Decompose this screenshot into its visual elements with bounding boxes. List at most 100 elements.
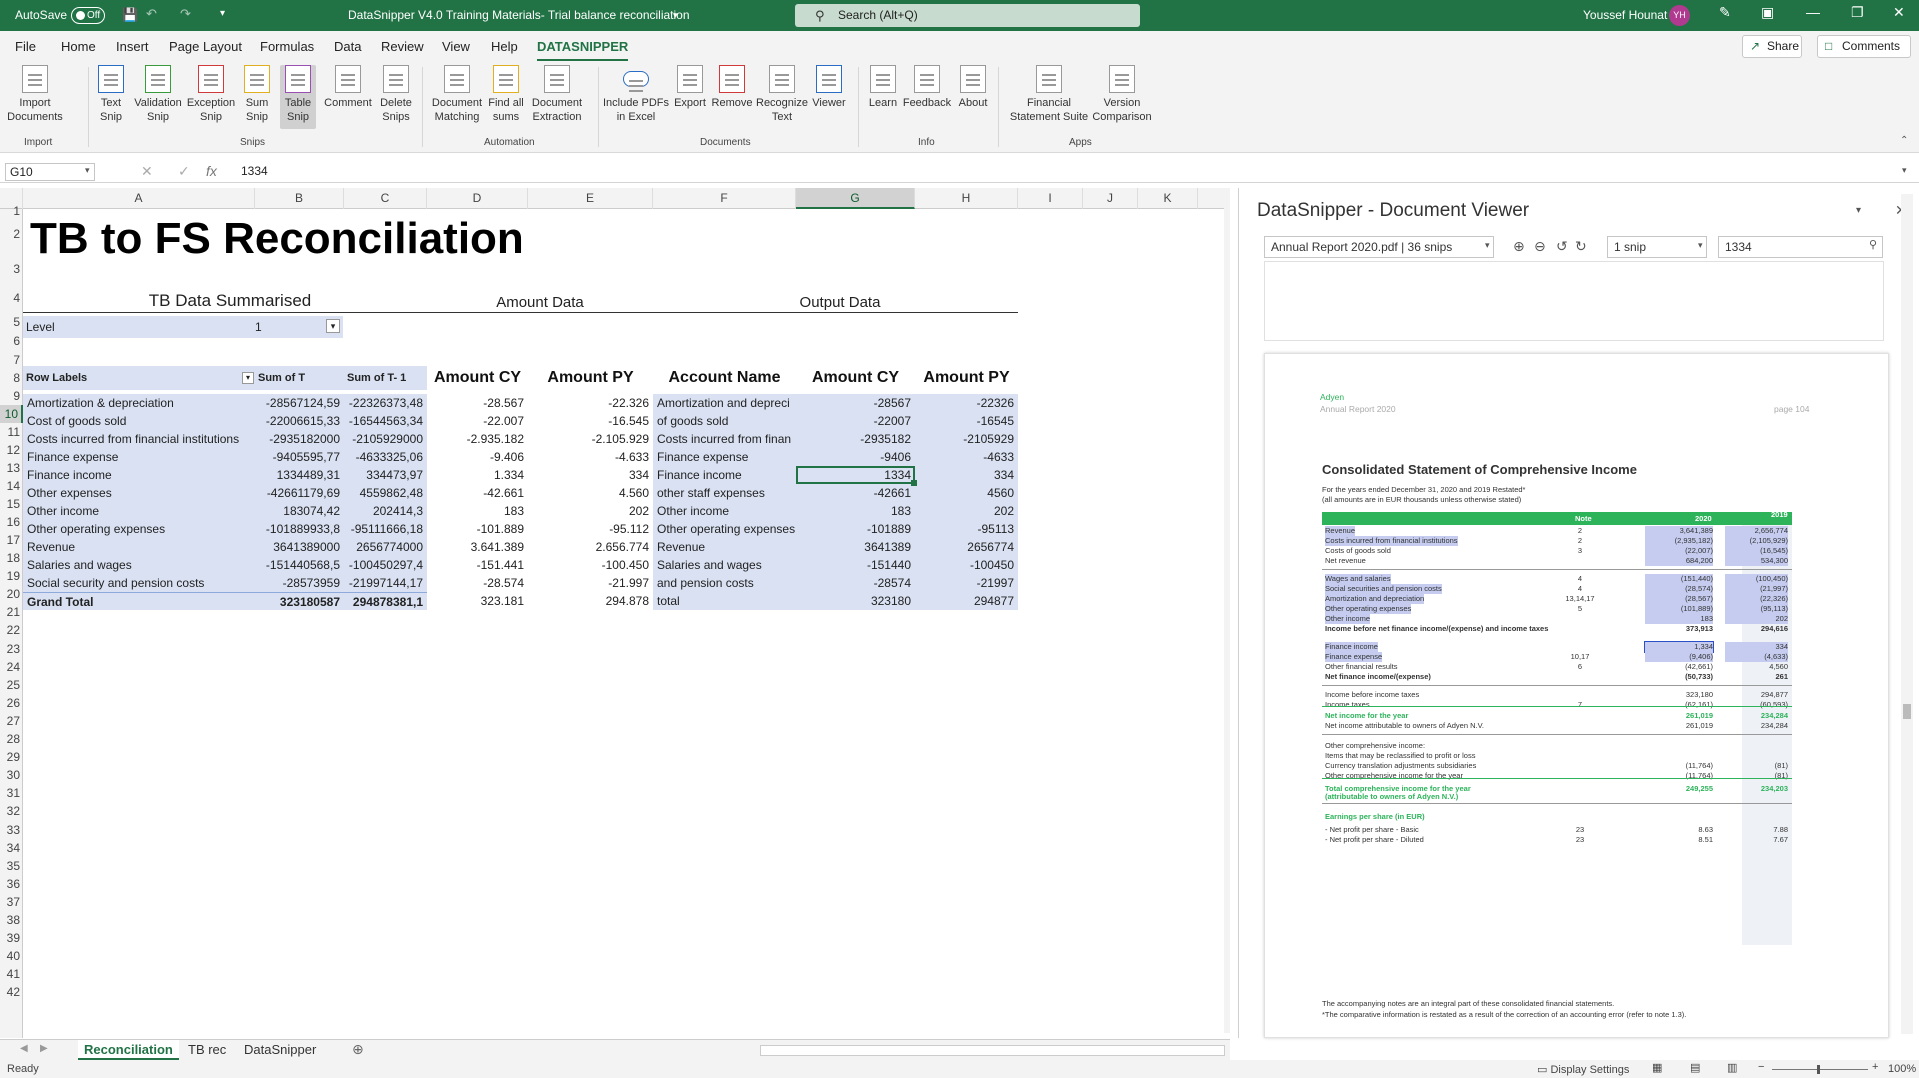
doc-line-4-cy[interactable]: (151,440) (1645, 574, 1713, 584)
cell-r8-G[interactable]: -2935182 (796, 430, 915, 448)
doc-line-12-cy[interactable]: (42,661) (1645, 662, 1713, 672)
sheet-tab-tb-rec[interactable]: TB rec (182, 1040, 232, 1061)
row-header-34[interactable]: 34 (0, 839, 23, 857)
cell-r9-C[interactable]: -4633325,06 (344, 448, 427, 466)
doc-line-2-label[interactable]: Costs of goods sold (1325, 546, 1391, 556)
doc-line-20-cy[interactable]: (11,764) (1645, 761, 1713, 771)
zoom-level[interactable]: 100% (1888, 1063, 1916, 1075)
cell-r14-F[interactable]: Revenue (653, 538, 796, 556)
row-header-3[interactable]: 3 (0, 255, 23, 284)
cell-r15-H[interactable]: -100450 (915, 556, 1018, 574)
cell-r15-G[interactable]: -151440 (796, 556, 915, 574)
cell-r8-E[interactable]: -2.105.929 (528, 430, 653, 448)
avatar[interactable]: YH (1669, 5, 1690, 26)
delete-snips-button[interactable]: Delete Snips (376, 65, 416, 124)
learn-button[interactable]: Learn (866, 65, 900, 110)
zoom-slider[interactable] (1772, 1065, 1868, 1074)
doc-line-19-label[interactable]: Items that may be reclassified to profit… (1325, 751, 1475, 761)
row-header-7[interactable]: 7 (0, 351, 23, 369)
doc-line-23-label[interactable]: (attributable to owners of Adyen N.V.) (1325, 792, 1458, 802)
doc-line-22-cy[interactable]: 249,255 (1645, 784, 1713, 794)
doc-line-12-note[interactable]: 6 (1565, 662, 1595, 672)
header-1[interactable]: Sum of T (255, 366, 344, 390)
insert-function-icon[interactable]: fx (206, 163, 217, 179)
row-header-39[interactable]: 39 (0, 929, 23, 947)
row-header-31[interactable]: 31 (0, 784, 23, 802)
cell-r9-G[interactable]: -9406 (796, 448, 915, 466)
normal-view-icon[interactable]: ▦ (1652, 1061, 1662, 1074)
row-header-19[interactable]: 19 (0, 567, 23, 585)
row-header-26[interactable]: 26 (0, 694, 23, 712)
column-header-e[interactable]: E (528, 188, 653, 209)
cell-r10-A[interactable]: Finance income (23, 466, 255, 484)
cell-r8-F[interactable]: Costs incurred from finan (653, 430, 796, 448)
cell-r6-H[interactable]: -22326 (915, 394, 1018, 412)
doc-line-4-py[interactable]: (100,450) (1725, 574, 1788, 584)
row-header-41[interactable]: 41 (0, 965, 23, 983)
document-matching-button[interactable]: Document Matching (428, 65, 486, 124)
viewer-scrollbar[interactable] (1901, 194, 1913, 1034)
row-header-27[interactable]: 27 (0, 712, 23, 730)
doc-line-2-py[interactable]: (16,545) (1725, 546, 1788, 556)
doc-line-13-label[interactable]: Net finance income/(expense) (1325, 672, 1431, 682)
cell-r14-C[interactable]: 2656774000 (344, 538, 427, 556)
row-header-17[interactable]: 17 (0, 531, 23, 549)
cell-r9-B[interactable]: -9405595,77 (255, 448, 344, 466)
cell-r11-A[interactable]: Other expenses (23, 484, 255, 502)
doc-line-5-py[interactable]: (21,997) (1725, 584, 1788, 594)
title-chevron-down-icon[interactable]: ▾ (673, 10, 678, 21)
section-amount-data[interactable]: Amount Data (460, 292, 620, 314)
doc-line-3-cy[interactable]: 684,200 (1645, 556, 1713, 566)
cell-r10-G[interactable]: 1334 (796, 466, 915, 484)
doc-line-21-label[interactable]: Other comprehensive income for the year (1325, 771, 1463, 781)
cell-r7-E[interactable]: -16.545 (528, 412, 653, 430)
redo-icon[interactable]: ↷ (180, 6, 191, 22)
tab-data[interactable]: Data (334, 39, 361, 54)
doc-line-20-label[interactable]: Currency translation adjustments subsidi… (1325, 761, 1476, 771)
zoom-in-doc-icon[interactable]: ⊕ (1513, 238, 1525, 255)
doc-line-5-label[interactable]: Social securities and pension costs (1325, 584, 1442, 594)
doc-line-21-py[interactable]: (81) (1725, 771, 1788, 781)
viewer-button[interactable]: Viewer (810, 65, 848, 110)
cell-r16-C[interactable]: -21997144,17 (344, 574, 427, 592)
row-header-32[interactable]: 32 (0, 802, 23, 820)
doc-line-7-py[interactable]: (95,113) (1725, 604, 1788, 614)
import-documents-button[interactable]: Import Documents (6, 65, 64, 124)
cell-r15-E[interactable]: -100.450 (528, 556, 653, 574)
header-2[interactable]: Sum of T- 1 (344, 366, 427, 390)
text-snip-button[interactable]: Text Snip (93, 65, 129, 124)
doc-line-16-label[interactable]: Net income for the year (1325, 711, 1408, 721)
find-all-sums-button[interactable]: Find all sums (486, 65, 526, 124)
row-header-28[interactable]: 28 (0, 730, 23, 748)
column-header-h[interactable]: H (915, 188, 1018, 209)
row-header-5[interactable]: 5 (0, 312, 23, 332)
doc-line-6-label[interactable]: Amortization and depreciation (1325, 594, 1425, 604)
doc-line-1-cy[interactable]: (2,935,182) (1645, 536, 1713, 546)
doc-line-15-note[interactable]: 7 (1565, 700, 1595, 710)
cell-r14-A[interactable]: Revenue (23, 538, 255, 556)
expand-formula-bar-icon[interactable]: ▾ (1902, 165, 1907, 176)
row-header-18[interactable]: 18 (0, 549, 23, 567)
doc-line-9-py[interactable]: 294,616 (1725, 624, 1788, 634)
column-header-d[interactable]: D (427, 188, 528, 209)
row-header-22[interactable]: 22 (0, 621, 23, 639)
header-3[interactable]: Amount CY (430, 366, 525, 390)
doc-line-6-note[interactable]: 13,14,17 (1565, 594, 1595, 604)
snip-select-chevron-icon[interactable]: ▾ (1698, 240, 1703, 251)
cell-r10-D[interactable]: 1.334 (427, 466, 528, 484)
rotate-left-icon[interactable]: ↺ (1556, 238, 1568, 255)
panel-options-icon[interactable]: ▾ (1856, 205, 1861, 216)
doc-line-11-label[interactable]: Finance expense (1325, 652, 1383, 662)
row-header-11[interactable]: 11 (0, 423, 23, 441)
doc-line-8-py[interactable]: 202 (1725, 614, 1788, 624)
include-pdfs-toggle[interactable]: Include PDFs in Excel (602, 65, 670, 124)
doc-line-26-label[interactable]: - Net profit per share - Diluted (1325, 835, 1424, 845)
doc-line-13-cy[interactable]: (50,733) (1645, 672, 1713, 682)
cell-r9-F[interactable]: Finance expense (653, 448, 796, 466)
cell-r7-A[interactable]: Cost of goods sold (23, 412, 255, 430)
cell-r12-D[interactable]: 183 (427, 502, 528, 520)
doc-line-14-label[interactable]: Income before income taxes (1325, 690, 1419, 700)
cell-r15-D[interactable]: -151.441 (427, 556, 528, 574)
cell-r11-E[interactable]: 4.560 (528, 484, 653, 502)
row-header-36[interactable]: 36 (0, 875, 23, 893)
